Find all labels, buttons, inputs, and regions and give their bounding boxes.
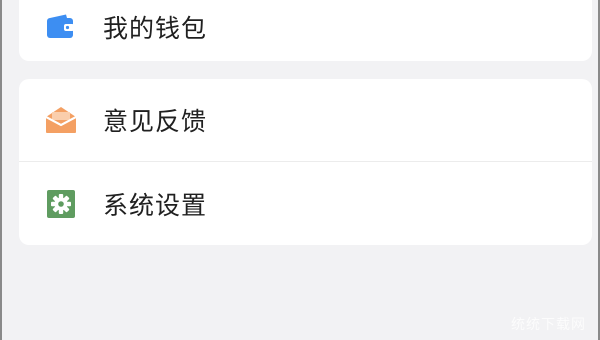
- wallet-card: 我的钱包: [19, 0, 592, 61]
- menu-item-settings[interactable]: 系统设置: [19, 163, 592, 245]
- menu-item-wallet[interactable]: 我的钱包: [19, 0, 592, 61]
- divider: [19, 161, 592, 162]
- envelope-icon: [44, 103, 78, 137]
- settings-card: 意见反馈 系统设置: [19, 79, 592, 245]
- gear-icon: [44, 187, 78, 221]
- menu-item-wallet-label: 我的钱包: [103, 13, 208, 43]
- menu-item-feedback[interactable]: 意见反馈: [19, 79, 592, 161]
- menu-item-settings-label: 系统设置: [103, 191, 208, 220]
- watermark: 统统下载网: [511, 317, 586, 333]
- wallet-icon: [44, 10, 78, 44]
- menu-item-feedback-label: 意见反馈: [103, 107, 208, 136]
- screen-frame: 我的钱包 意见反馈 系统设置 统统下载网: [0, 0, 600, 340]
